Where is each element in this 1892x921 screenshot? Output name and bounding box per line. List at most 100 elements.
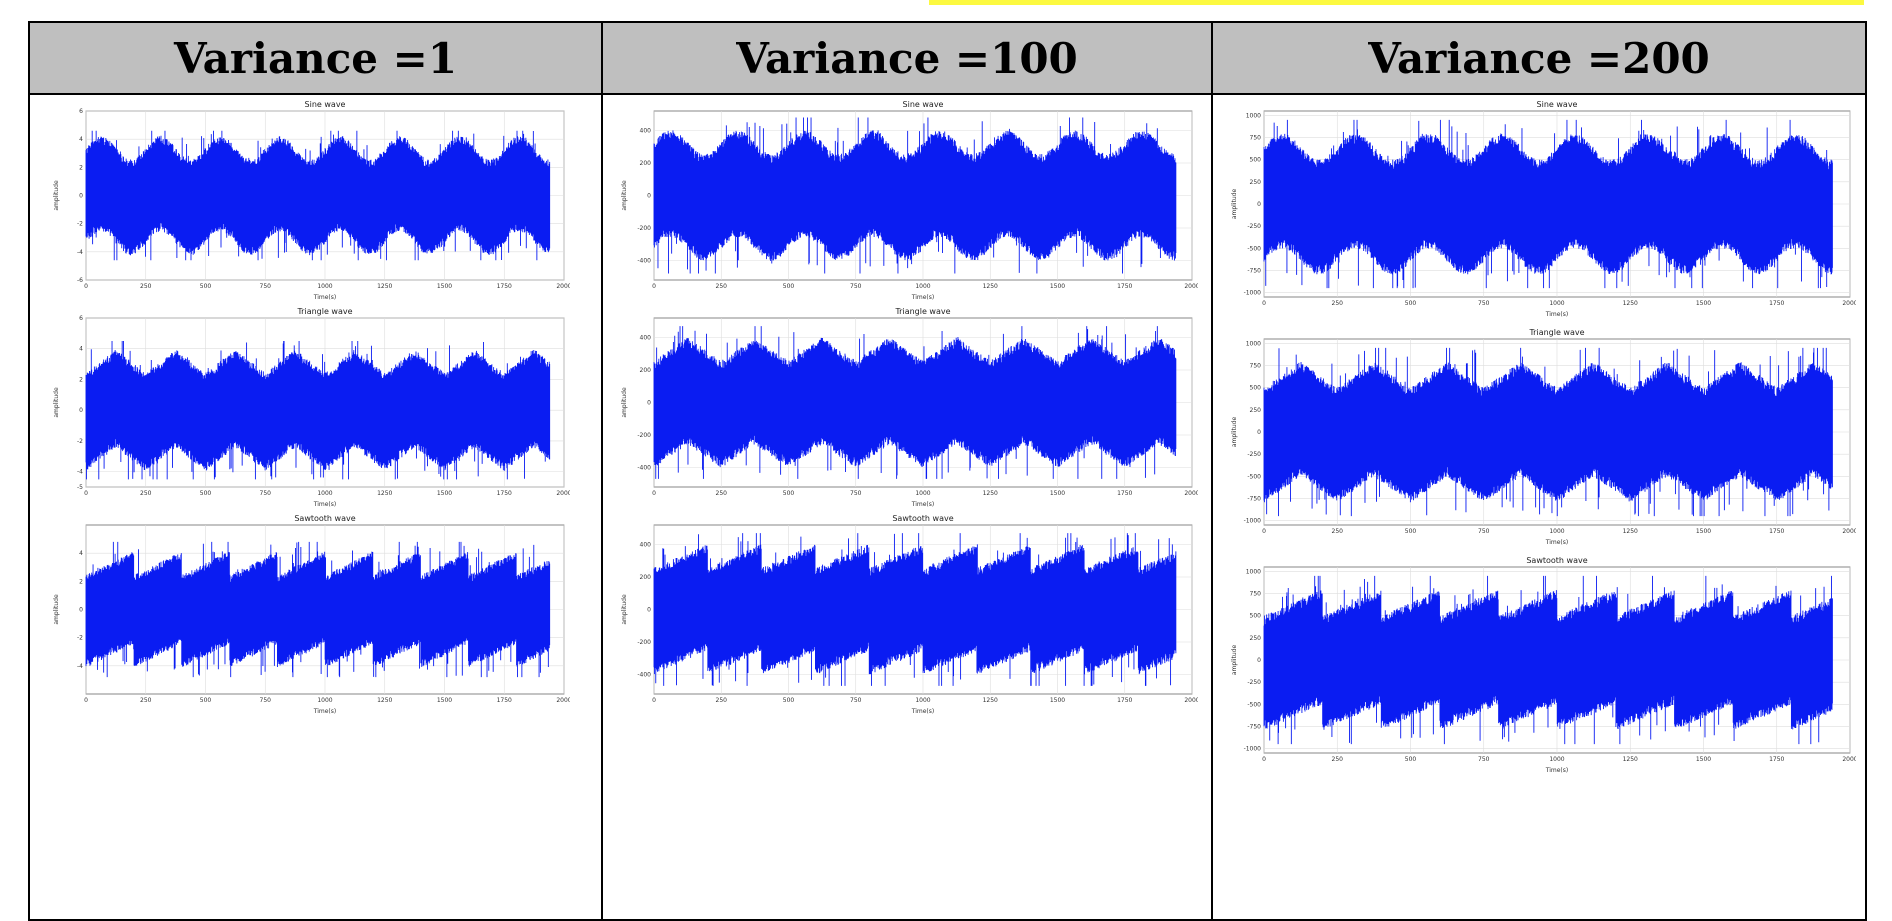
x-tick-label: 1250 [983,697,998,704]
y-tick-label: -500 [1247,473,1261,480]
x-tick-label: 500 [1405,300,1417,307]
x-tick-label: 750 [1478,756,1490,763]
x-tick-label: 250 [716,697,728,704]
header-variance-200: Variance =200 [1211,21,1867,95]
variance-comparison-table: Variance =1 Variance =100 Variance =200 … [28,21,1867,921]
y-tick-label: 400 [640,128,652,135]
y-tick-label: -1000 [1244,746,1262,753]
y-tick-label: 250 [1250,179,1262,186]
y-tick-label: 0 [1257,201,1261,208]
column-variance-1: Sine wave 0 250 500 750 1000 1250 1500 1750 2000-… [28,93,603,921]
chart-variance-100-sawtooth: Sawtooth wave 0 250 500 750 1000 1250 1500 1750 2… [618,513,1198,716]
y-tick-label: -200 [637,432,651,439]
chart-title: Sawtooth wave [1526,556,1587,565]
chart-svg: Sawtooth wave 0 250 500 750 1000 1250 1500 1750 2… [1231,556,1856,774]
x-tick-label: 1000 [1549,300,1564,307]
y-axis-label: amplitude [53,594,60,625]
chart-svg: Sawtooth wave 0 250 500 750 1000 1250 1500 1750 2… [53,514,570,715]
header-row: Variance =1 Variance =100 Variance =200 [28,21,1867,95]
x-tick-label: 0 [1262,528,1266,535]
x-tick-label: 1000 [915,283,930,290]
x-tick-label: 1500 [437,490,452,497]
y-tick-label: 0 [647,400,651,407]
chart-svg: Triangle wave 0 250 500 750 1000 1250 1500 1750 2… [53,307,570,508]
column-variance-200: Sine wave 0 250 500 750 1000 1250 1500 1750 2000 -… [1211,93,1867,921]
x-axis-label: Time(s) [313,294,337,301]
y-tick-label: 750 [1250,363,1262,370]
chart-title: Triangle wave [296,307,352,316]
y-tick-label: 750 [1250,135,1262,142]
chart-title: Sine wave [1537,100,1578,109]
x-tick-label: 750 [850,490,862,497]
y-tick-label: 250 [1250,635,1262,642]
y-tick-label: 0 [1257,657,1261,664]
x-tick-label: 1250 [1623,756,1638,763]
y-tick-label: 0 [79,407,83,414]
x-tick-label: 250 [1332,756,1344,763]
chart-variance-200-sine: Sine wave 0 250 500 750 1000 1250 1500 1750 2000 -… [1228,99,1856,319]
y-tick-label: -2 [77,635,83,642]
y-tick-label: 2 [79,164,83,171]
x-tick-label: 750 [1478,300,1490,307]
chart-variance-100-triangle: Triangle wave 0 250 500 750 1000 1250 1500 1750 2… [618,306,1198,509]
x-tick-label: 1750 [497,697,512,704]
x-tick-label: 250 [140,697,152,704]
x-tick-label: 1000 [317,697,332,704]
y-tick-label: 200 [640,367,652,374]
plots-row: Sine wave 0 250 500 750 1000 1250 1500 1750 2000-… [28,93,1867,921]
x-tick-label: 750 [1478,528,1490,535]
x-tick-label: 2000 [1842,528,1856,535]
y-tick-label: -500 [1247,701,1261,708]
chart-svg: Sine wave 0 250 500 750 1000 1250 1500 1750 2000 -… [1231,100,1856,318]
chart-svg: Triangle wave 0 250 500 750 1000 1250 1500 1750 2… [1231,328,1856,546]
chart-svg: Sine wave 0 250 500 750 1000 1250 1500 1750 2000 -… [53,100,570,301]
x-tick-label: 250 [1332,300,1344,307]
x-tick-label: 2000 [1184,490,1198,497]
y-tick-label: 4 [79,136,83,143]
x-tick-label: 1000 [317,283,332,290]
x-tick-label: 0 [1262,756,1266,763]
header-variance-100: Variance =100 [601,21,1213,95]
x-tick-label: 750 [850,697,862,704]
chart-title: Sine wave [305,100,346,109]
y-tick-label: 0 [79,607,83,614]
x-tick-label: 1750 [1117,490,1132,497]
x-tick-label: 750 [260,697,272,704]
y-tick-label: 250 [1250,407,1262,414]
x-tick-label: 1250 [377,697,392,704]
x-axis-label: Time(s) [911,501,935,508]
chart-title: Sawtooth wave [294,514,355,523]
y-tick-label: -750 [1247,267,1261,274]
x-axis-label: Time(s) [1545,539,1569,546]
y-tick-label: 6 [79,108,83,115]
y-tick-label: -200 [637,225,651,232]
x-tick-label: 500 [1405,756,1417,763]
x-tick-label: 2000 [556,697,570,704]
x-axis-label: Time(s) [1545,767,1569,774]
x-tick-label: 1000 [1549,756,1564,763]
column-variance-100: Sine wave 0 250 500 750 1000 1250 1500 1750 2000-… [601,93,1213,921]
y-tick-label: 500 [1250,385,1262,392]
y-tick-label: -6 [77,277,83,284]
y-tick-label: -2 [77,438,83,445]
x-tick-label: 1750 [1769,528,1784,535]
x-tick-label: 500 [200,283,212,290]
y-tick-label: -5 [77,484,83,491]
y-tick-label: 500 [1250,157,1262,164]
x-tick-label: 2000 [1184,697,1198,704]
y-tick-label: 0 [79,193,83,200]
y-tick-label: -250 [1247,679,1261,686]
x-axis-label: Time(s) [911,294,935,301]
y-tick-label: -1000 [1244,290,1262,297]
x-tick-label: 0 [652,490,656,497]
y-tick-label: 1000 [1246,568,1261,575]
x-tick-label: 1250 [1623,528,1638,535]
x-tick-label: 1750 [497,283,512,290]
x-tick-label: 0 [84,697,88,704]
x-tick-label: 1250 [1623,300,1638,307]
y-tick-label: 1000 [1246,112,1261,119]
y-tick-label: -750 [1247,723,1261,730]
x-tick-label: 0 [84,283,88,290]
highlight-strip [929,0,1864,5]
x-axis-label: Time(s) [911,708,935,715]
